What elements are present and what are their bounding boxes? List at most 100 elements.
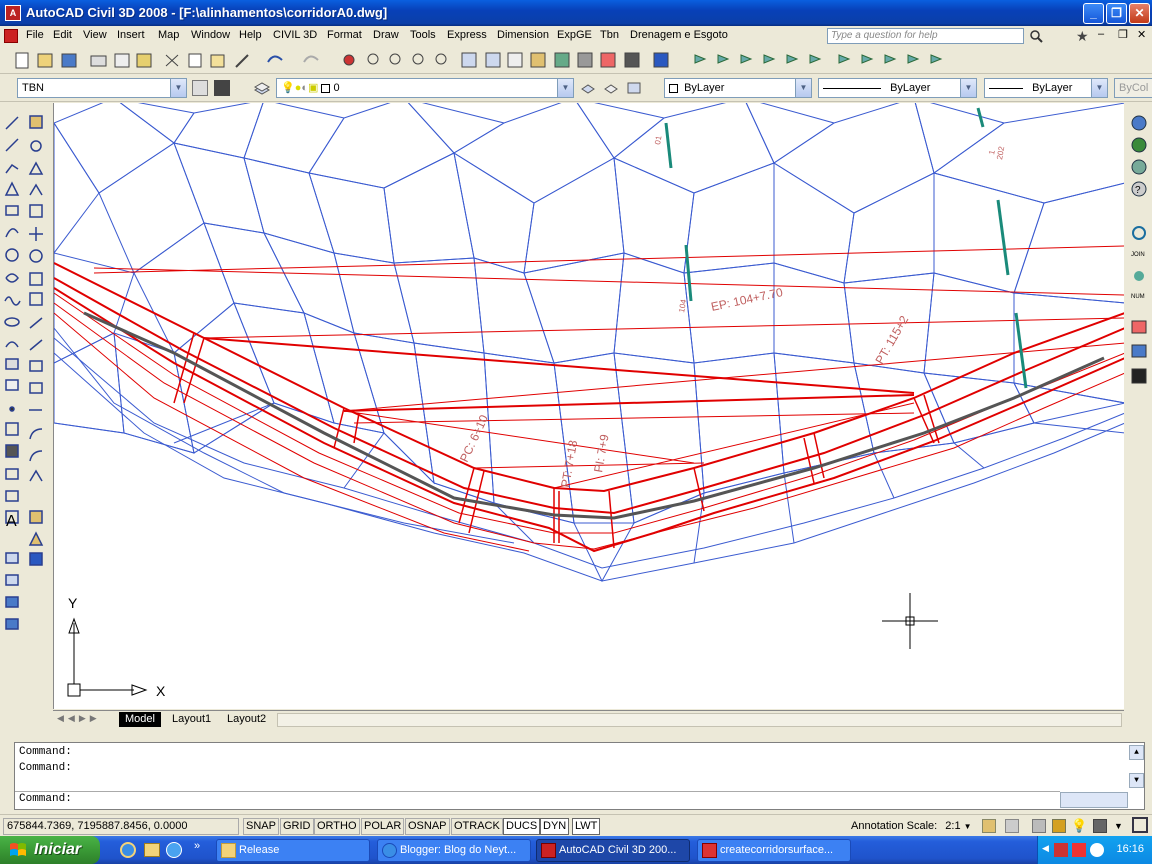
folder-quicklaunch-icon[interactable] [144,843,160,857]
menu-express[interactable]: Express [447,29,487,41]
chevron-down-icon[interactable]: ▼ [1114,821,1123,831]
menu-draw[interactable]: Draw [373,29,399,41]
make-layer-current-icon[interactable] [580,80,596,96]
toggle-ducs[interactable]: DUCS [503,818,541,835]
menu-file[interactable]: File [26,29,44,41]
tray-settings-icon[interactable] [1093,819,1107,833]
command-window[interactable]: Command: Command: Command: ▲ ▼ [14,742,1145,810]
toolbar-lock-icon[interactable] [1032,819,1046,833]
tab-layout1[interactable]: Layout1 [166,712,217,727]
minimize-button[interactable]: _ [1083,3,1104,24]
tray-user-icon[interactable] [1090,843,1104,857]
search-icon[interactable] [1028,29,1044,43]
autocad-app-icon[interactable]: A [5,5,21,21]
horizontal-scrollbar[interactable] [277,713,1122,727]
tab-model[interactable]: Model [119,712,161,727]
quicklaunch-expand-icon[interactable]: » [194,840,200,852]
help-search-input[interactable]: Type a question for help [827,28,1024,44]
menu-dimension[interactable]: Dimension [497,29,549,41]
style-combo[interactable]: TBN ▼ [17,78,187,98]
annotation-autoscale-icon[interactable] [1005,819,1019,833]
browser-quicklaunch-icon[interactable] [166,842,182,858]
layer-properties-icon[interactable] [253,80,271,96]
task-release[interactable]: Release [216,839,370,862]
scroll-up-button[interactable]: ▲ [1129,745,1144,760]
ie-quicklaunch-icon[interactable] [120,842,136,858]
close-button[interactable]: ✕ [1129,3,1150,24]
menu-map[interactable]: Map [158,29,179,41]
doc-minimize-button[interactable]: – [1098,28,1104,40]
station-tick-1: 01 [653,134,664,145]
tray-network-icon[interactable] [1072,843,1086,857]
right-toolbar-icons[interactable]: ? JOIN NUM [1127,103,1152,403]
sample-lines [664,107,1028,389]
padlock-icon[interactable] [1052,819,1066,833]
doc-restore-button[interactable]: ❐ [1118,28,1128,41]
coordinate-readout[interactable]: 675844.7369, 7195887.8456, 0.0000 [3,818,239,835]
menu-tbn[interactable]: Tbn [600,29,619,41]
linetype-combo[interactable]: ByLayer ▼ [818,78,977,98]
menu-window[interactable]: Window [191,29,230,41]
annotation-scale-label: Annotation Scale: [851,820,938,832]
bulb-icon[interactable]: 💡 [1071,818,1087,834]
toggle-grid[interactable]: GRID [280,818,314,835]
ucs-icon [67,617,148,697]
style-manager-icon[interactable] [192,80,208,96]
menu-insert[interactable]: Insert [117,29,145,41]
menu-edit[interactable]: Edit [53,29,72,41]
layer-combo[interactable]: 💡●◐▣ 0 ▼ [276,78,574,98]
menu-expge[interactable]: ExpGE [557,29,592,41]
menu-drenagem[interactable]: Drenagem e Esgoto [630,29,728,41]
start-button[interactable]: Iniciar [0,836,100,864]
standard-toolbar-icons[interactable] [0,47,960,74]
task-autocad[interactable]: AutoCAD Civil 3D 200... [536,839,690,862]
tray-app-icon[interactable] [1054,843,1068,857]
scroll-down-button[interactable]: ▼ [1129,773,1144,788]
menu-help[interactable]: Help [239,29,262,41]
toggle-lwt[interactable]: LWT [572,818,601,835]
menu-tools[interactable]: Tools [410,29,436,41]
clean-screen-icon[interactable] [1132,817,1148,833]
station-tick-3: 202 [995,145,1006,160]
annotation-visibility-icon[interactable] [982,819,996,833]
doc-close-button[interactable]: ✕ [1137,28,1146,41]
toggle-ortho[interactable]: ORTHO [314,818,360,835]
toggle-dyn[interactable]: DYN [540,818,570,835]
command-hscroll[interactable] [1060,792,1128,808]
task-blogger[interactable]: Blogger: Blog do Neyt... [377,839,531,862]
tray-collapse-icon[interactable]: ◀ [1042,843,1049,854]
drawing-canvas[interactable]: EP: 104+7.70 PT: 115+2 PC: 6+10 PT: 7+18… [53,103,1124,709]
layer-previous-icon[interactable] [603,80,619,96]
tab-layout2[interactable]: Layout2 [221,712,272,727]
layer-state-icon[interactable] [626,80,642,96]
start-label: Iniciar [34,841,82,858]
folder-icon [221,843,236,858]
style-edit-icon[interactable] [214,80,230,96]
toggle-otrack[interactable]: OTRACK [451,818,503,835]
annotation-scale[interactable]: Annotation Scale: 2:1 ▼ [851,820,972,832]
command-history-line: Command: [19,762,72,774]
tab-scroll-arrows[interactable]: ◀◀▶▶ [57,713,115,726]
restore-button[interactable]: ❐ [1106,3,1127,24]
clock[interactable]: 16:16 [1116,843,1144,855]
label-ep: EP: 104+7.70 [710,285,785,314]
favorites-star-icon[interactable]: ★ [1076,28,1089,45]
drawing-area[interactable]: EP: 104+7.70 PT: 115+2 PC: 6+10 PT: 7+18… [54,103,1124,709]
toggle-snap[interactable]: SNAP [243,818,279,835]
color-combo[interactable]: ByLayer ▼ [664,78,812,98]
svg-text:JOIN: JOIN [1131,252,1145,258]
draw-modify-icons[interactable]: A [0,103,50,643]
menu-civil3d[interactable]: CIVIL 3D [273,29,317,41]
document-icon[interactable] [4,29,18,43]
tin-surface [54,103,1124,583]
toggle-osnap[interactable]: OSNAP [405,818,450,835]
layout-tab-bar: ◀◀▶▶ Model Layout1 Layout2 [53,710,1124,728]
toggle-polar[interactable]: POLAR [361,818,405,835]
menu-view[interactable]: View [83,29,107,41]
standard-toolbar [0,47,1152,74]
lineweight-combo[interactable]: ByLayer ▼ [984,78,1108,98]
menu-format[interactable]: Format [327,29,362,41]
task-createcorridor[interactable]: createcorridorsurface... [697,839,851,862]
plotstyle-combo[interactable]: ByCol [1114,78,1152,98]
command-prompt[interactable]: Command: [19,793,72,805]
